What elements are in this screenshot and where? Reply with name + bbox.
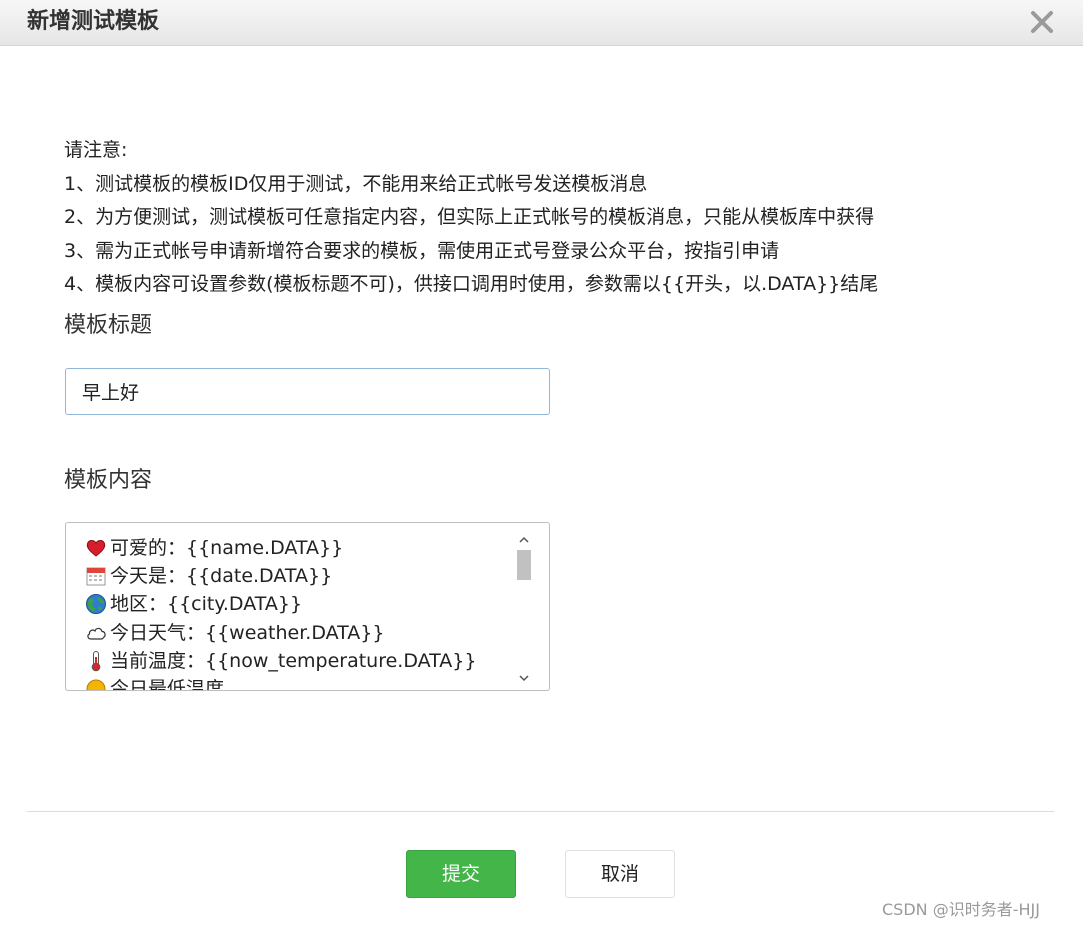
scroll-up-arrow-icon[interactable]: [515, 532, 533, 548]
scroll-down-arrow-icon[interactable]: [515, 670, 533, 686]
content-line: 可爱的：{{name.DATA}}: [85, 534, 525, 562]
notice-item: 1、测试模板的模板ID仅用于测试，不能用来给正式帐号发送模板消息: [64, 172, 648, 195]
template-title-input[interactable]: [65, 368, 550, 415]
content-lines: 可爱的：{{name.DATA}} 今天是：{{date.DATA}} 地区：{…: [85, 534, 525, 691]
content-line: 地区：{{city.DATA}}: [85, 590, 525, 618]
content-line: 今天是：{{date.DATA}}: [85, 562, 525, 590]
content-scrollbar[interactable]: [515, 530, 533, 686]
scrollbar-thumb[interactable]: [517, 550, 531, 580]
template-content-textarea[interactable]: 可爱的：{{name.DATA}} 今天是：{{date.DATA}} 地区：{…: [65, 522, 550, 691]
dialog-title: 新增测试模板: [27, 9, 160, 34]
notice-block: 请注意: 1、测试模板的模板ID仅用于测试，不能用来给正式帐号发送模板消息 2、…: [64, 134, 1064, 302]
notice-item: 3、需为正式帐号申请新增符合要求的模板，需使用正式号登录公众平台，按指引申请: [64, 239, 780, 262]
submit-button[interactable]: 提交: [406, 850, 516, 898]
sun-icon: [86, 679, 106, 690]
content-line-text: 当前温度：{{now_temperature.DATA}}: [110, 649, 477, 672]
content-line-text: 今日最低温度: [110, 677, 225, 691]
dialog-titlebar: 新增测试模板: [0, 0, 1083, 46]
thermometer-icon: [91, 650, 101, 672]
content-line-text: 今日天气：{{weather.DATA}}: [110, 621, 385, 644]
watermark: CSDN @识时务者-HJJ: [882, 900, 1040, 919]
close-icon[interactable]: [1027, 8, 1057, 36]
globe-icon: [86, 594, 106, 615]
cloud-icon: [87, 627, 106, 640]
notice-heading: 请注意:: [64, 139, 128, 161]
heart-icon: [86, 540, 106, 557]
content-line: 今日天气：{{weather.DATA}}: [85, 619, 525, 647]
notice-item: 4、模板内容可设置参数(模板标题不可)，供接口调用时使用，参数需以{{开头，以.…: [64, 273, 879, 295]
content-line: 今日最低温度: [85, 675, 525, 691]
content-line-text: 地区：{{city.DATA}}: [110, 593, 303, 616]
notice-item: 2、为方便测试，测试模板可任意指定内容，但实际上正式帐号的模板消息，只能从模板库…: [64, 206, 875, 228]
calendar-icon: [86, 567, 106, 586]
content-line-text: 可爱的：{{name.DATA}}: [110, 537, 344, 559]
template-content-label: 模板内容: [64, 468, 153, 493]
content-line-text: 今天是：{{date.DATA}}: [110, 565, 333, 588]
template-title-label: 模板标题: [64, 313, 153, 338]
cancel-button[interactable]: 取消: [565, 850, 675, 898]
footer-divider: [27, 811, 1054, 812]
content-line: 当前温度：{{now_temperature.DATA}}: [85, 647, 525, 675]
